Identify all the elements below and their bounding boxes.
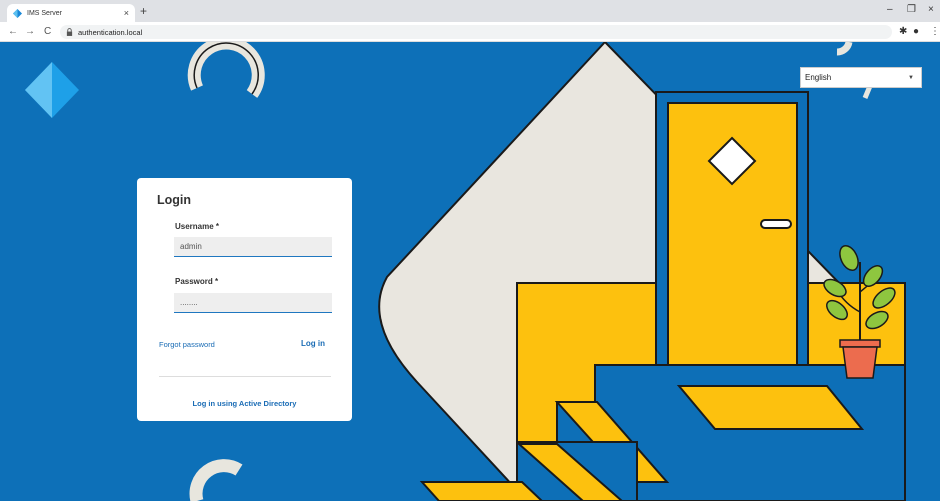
bottom-arc-decoration [189,459,243,501]
divider [159,376,331,377]
username-input[interactable] [174,237,332,257]
address-bar[interactable]: authentication.local [60,25,892,39]
browser-toolbar: ← → C authentication.local ✱ ● ⋮ [0,22,940,42]
close-window-button[interactable]: × [928,4,934,16]
lock-icon [66,28,73,36]
login-title: Login [157,193,192,207]
browser-tab[interactable]: IMS Server × [7,4,135,22]
browser-menu-icon[interactable]: ⋮ [930,25,940,38]
language-select[interactable]: English ▼ [800,67,922,88]
language-selected: English [805,73,832,82]
back-button[interactable]: ← [8,25,18,38]
small-arc-decoration [836,42,853,56]
chevron-down-icon: ▼ [908,75,914,81]
ims-logo-icon [25,62,79,118]
profile-icon[interactable]: ● [913,25,919,38]
password-input[interactable] [174,293,332,313]
login-button[interactable]: Log in [301,339,325,348]
reload-button[interactable]: C [44,25,51,38]
forgot-password-link[interactable]: Forgot password [159,340,215,349]
forward-button[interactable]: → [25,25,35,38]
active-directory-login-link[interactable]: Log in using Active Directory [137,399,352,408]
ims-favicon-icon [13,8,22,18]
password-label: Password * [175,277,219,286]
url-text: authentication.local [78,27,143,37]
tab-close-icon[interactable]: × [124,8,129,18]
step-bottom-surface [419,481,544,501]
minimize-button[interactable]: – [887,4,893,16]
tab-title: IMS Server [27,9,63,17]
restore-button[interactable]: ❐ [907,4,916,16]
login-page: English ▼ Login Username * Password * Fo… [7,42,940,501]
extensions-icon[interactable]: ✱ [899,25,907,38]
login-card: Login Username * Password * Forgot passw… [137,178,352,421]
browser-tabstrip: IMS Server × + – ❐ × [0,0,940,22]
new-tab-button[interactable]: + [140,4,147,18]
username-label: Username * [175,222,220,231]
top-arc-decoration [187,42,265,98]
door-handle [760,219,792,229]
